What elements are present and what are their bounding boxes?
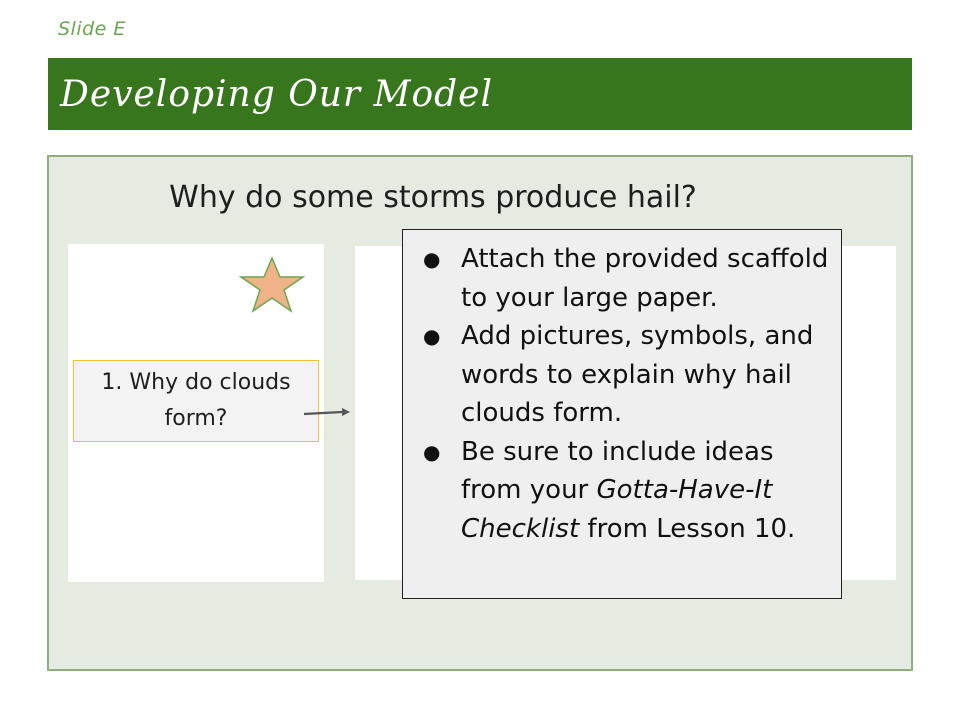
driving-question: Why do some storms produce hail? bbox=[169, 180, 697, 215]
step-box: 1. Why do clouds form? bbox=[73, 360, 319, 442]
arrow-right-icon bbox=[303, 408, 350, 416]
slide-label: Slide E bbox=[58, 18, 126, 40]
instruction-text-end: from Lesson 10. bbox=[579, 513, 796, 544]
instruction-text: Attach the provided scaffold to your lar… bbox=[461, 244, 829, 313]
instruction-item: ● Be sure to include ideas from your Got… bbox=[421, 433, 833, 549]
bullet-icon: ● bbox=[423, 247, 441, 271]
slide-title: Developing Our Model bbox=[60, 73, 493, 115]
instruction-text: Add pictures, symbols, and words to expl… bbox=[461, 321, 814, 428]
instructions-list: ● Attach the provided scaffold to your l… bbox=[421, 240, 833, 548]
instruction-item: ● Attach the provided scaffold to your l… bbox=[421, 240, 833, 317]
star-icon bbox=[238, 256, 306, 313]
title-bar: Developing Our Model bbox=[48, 58, 912, 130]
instruction-item: ● Add pictures, symbols, and words to ex… bbox=[421, 317, 833, 433]
bullet-icon: ● bbox=[423, 439, 441, 464]
bullet-icon: ● bbox=[423, 324, 441, 348]
instructions-box: ● Attach the provided scaffold to your l… bbox=[402, 229, 842, 599]
step-text: 1. Why do clouds form? bbox=[101, 370, 291, 431]
